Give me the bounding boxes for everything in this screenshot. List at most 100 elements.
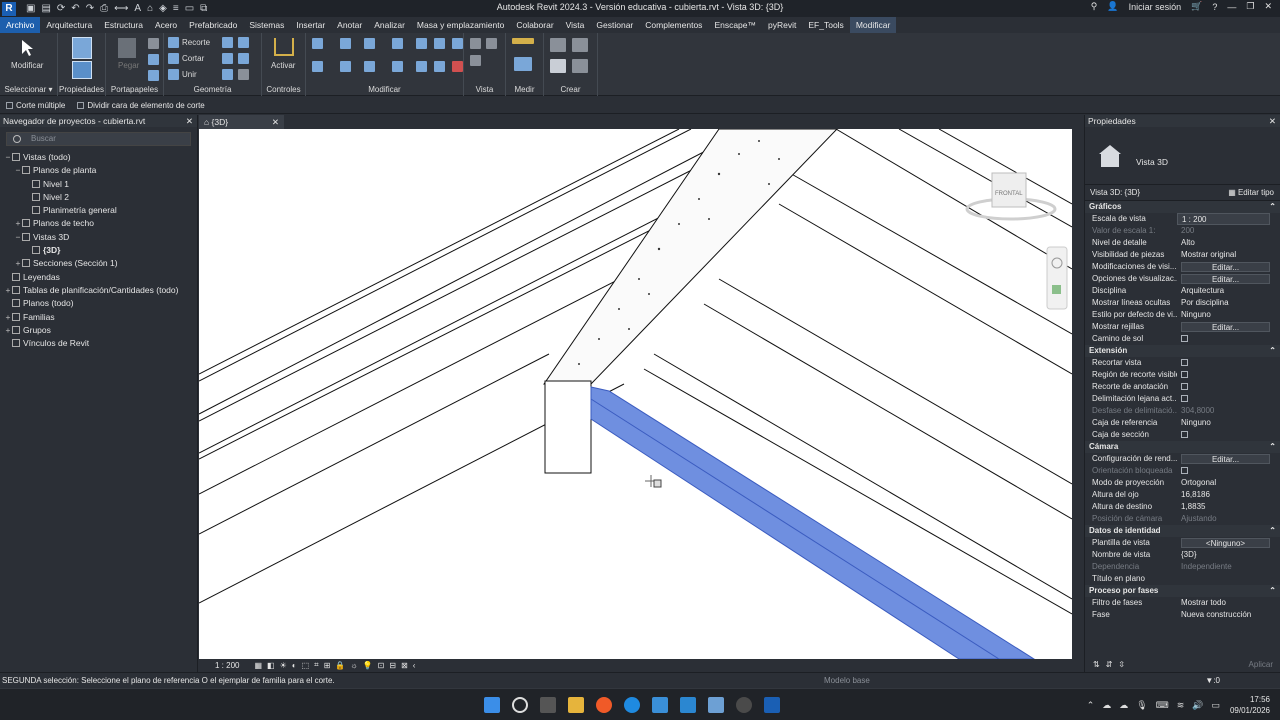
property-value[interactable]: Mostrar todo: [1177, 597, 1280, 609]
open-icon[interactable]: ▣: [26, 3, 35, 14]
copy-icon[interactable]: [148, 54, 159, 65]
type-selector[interactable]: Vista 3D: [1085, 127, 1280, 185]
multiple-cut-option[interactable]: Corte múltiple: [6, 101, 65, 110]
collapse-icon[interactable]: ⌃: [1269, 525, 1276, 537]
property-group[interactable]: Proceso por fases ⌃: [1085, 585, 1280, 597]
highlight-icon[interactable]: ⊠: [401, 661, 408, 670]
visual-style-icon[interactable]: ◧: [267, 661, 275, 670]
hide-icon[interactable]: [470, 38, 481, 49]
user-icon[interactable]: 👤: [1107, 1, 1118, 12]
mic-icon[interactable]: 🎙: [1136, 700, 1147, 711]
tree-node[interactable]: + Grupos: [0, 324, 197, 337]
cloud-icon[interactable]: ☁: [1102, 700, 1111, 711]
ribbon-tab-9[interactable]: Masa y emplazamiento: [411, 17, 510, 33]
close-hidden-icon[interactable]: ▭: [185, 3, 194, 14]
ribbon-tab-1[interactable]: Arquitectura: [40, 17, 98, 33]
override-icon[interactable]: [486, 38, 497, 49]
3d-view-icon[interactable]: ⌂: [147, 3, 153, 14]
join-button[interactable]: Unir: [168, 69, 197, 80]
ribbon-tab-16[interactable]: EF_Tools: [802, 17, 849, 33]
property-value[interactable]: 1,8835: [1177, 501, 1280, 513]
property-checkbox[interactable]: [1181, 395, 1188, 402]
ribbon-tab-4[interactable]: Prefabricado: [183, 17, 243, 33]
tree-node[interactable]: + Familias: [0, 311, 197, 324]
paste-button[interactable]: Pegar: [118, 61, 139, 70]
properties-mode-icon[interactable]: ⇅: [1093, 660, 1100, 669]
tree-node[interactable]: Planos (todo): [0, 297, 197, 310]
clock[interactable]: 17:56 09/01/2026: [1230, 694, 1270, 716]
teams-icon[interactable]: [680, 697, 696, 713]
property-group[interactable]: Gráficos ⌃: [1085, 201, 1280, 213]
view-tab-3d[interactable]: ⌂ {3D} ✕: [199, 115, 284, 129]
trim-icon[interactable]: [392, 61, 403, 72]
onedrive-icon[interactable]: ☁: [1119, 700, 1128, 711]
paint-icon[interactable]: [222, 53, 233, 64]
create-parts-icon[interactable]: [550, 59, 566, 73]
pin-icon[interactable]: [452, 38, 463, 49]
sun-path-icon[interactable]: ☀: [280, 661, 287, 670]
sort-icon[interactable]: ⇵: [1106, 660, 1113, 669]
create-group-icon[interactable]: [550, 38, 566, 52]
show-crop-icon[interactable]: ⊞: [324, 661, 331, 670]
tree-node[interactable]: Nivel 2: [0, 191, 197, 204]
ribbon-tab-7[interactable]: Anotar: [331, 17, 368, 33]
wifi-icon[interactable]: ≋: [1177, 700, 1185, 711]
filter-icon[interactable]: ⇳: [1118, 660, 1125, 669]
remove-paint-icon[interactable]: [238, 53, 249, 64]
select-dropdown[interactable]: Seleccionar ▾: [0, 85, 57, 94]
tree-node[interactable]: + Planos de techo: [0, 217, 197, 230]
task-view-icon[interactable]: [540, 697, 556, 713]
tree-node[interactable]: {3D}: [0, 244, 197, 257]
tree-toggle-icon[interactable]: +: [4, 284, 12, 297]
analytical-icon[interactable]: ⊟: [389, 661, 396, 670]
undo-icon[interactable]: ↶: [71, 3, 79, 14]
property-value[interactable]: Por disciplina: [1177, 297, 1280, 309]
tree-toggle-icon[interactable]: +: [4, 311, 12, 324]
revit-taskbar-icon[interactable]: [764, 697, 780, 713]
property-value[interactable]: Ortogonal: [1177, 477, 1280, 489]
collapse-icon[interactable]: ⌃: [1269, 201, 1276, 213]
property-checkbox[interactable]: [1181, 335, 1188, 342]
ribbon-tab-13[interactable]: Complementos: [639, 17, 708, 33]
ribbon-tab-3[interactable]: Acero: [149, 17, 183, 33]
property-edit-button[interactable]: Editar...: [1181, 454, 1270, 464]
ribbon-tab-10[interactable]: Colaborar: [510, 17, 559, 33]
tree-node[interactable]: Leyendas: [0, 271, 197, 284]
tree-node[interactable]: + Secciones (Sección 1): [0, 257, 197, 270]
activate-button[interactable]: Activar: [271, 61, 295, 70]
property-input[interactable]: 1 : 200: [1177, 213, 1270, 225]
app-icon[interactable]: [708, 697, 724, 713]
move-icon[interactable]: [312, 61, 323, 72]
ribbon-tab-8[interactable]: Analizar: [368, 17, 411, 33]
save-icon[interactable]: ▤: [41, 3, 50, 14]
volume-icon[interactable]: 🔊: [1192, 700, 1203, 711]
wall-join-icon[interactable]: [222, 37, 233, 48]
edge-icon[interactable]: [624, 697, 640, 713]
split-face-option[interactable]: Dividir cara de elemento de corte: [77, 101, 205, 110]
active-model[interactable]: Modelo base: [824, 676, 870, 685]
vertical-scrollbar[interactable]: [1072, 129, 1081, 659]
filter-count[interactable]: ▼:0: [1205, 676, 1220, 685]
view-scale[interactable]: 1 : 200: [215, 661, 239, 670]
ribbon-tab-0[interactable]: Archivo: [0, 17, 41, 33]
property-value[interactable]: Ninguno: [1177, 309, 1280, 321]
tree-node[interactable]: − Planos de planta: [0, 164, 197, 177]
language-icon[interactable]: ⌨: [1156, 700, 1169, 711]
crop-icon[interactable]: ⌗: [314, 660, 319, 670]
text-icon[interactable]: A: [134, 3, 141, 14]
lock-view-icon[interactable]: 🔒: [335, 661, 345, 670]
start-icon[interactable]: [484, 697, 500, 713]
property-edit-button[interactable]: <Ninguno>: [1181, 538, 1270, 548]
cursor-arrow-icon[interactable]: [20, 39, 34, 57]
property-checkbox[interactable]: [1181, 359, 1188, 366]
hide-isolate-icon[interactable]: ☼: [350, 661, 357, 670]
chevron-up-icon[interactable]: ⌃: [1087, 700, 1095, 711]
align-icon[interactable]: [312, 38, 323, 49]
tree-node[interactable]: − Vistas (todo): [0, 151, 197, 164]
cut-clip-icon[interactable]: [148, 38, 159, 49]
cope-button[interactable]: Recorte: [168, 37, 210, 48]
browser-search-input[interactable]: Buscar: [6, 132, 191, 146]
cut-geometry-button[interactable]: Cortar: [168, 53, 204, 64]
ribbon-tab-17[interactable]: Modificar: [849, 17, 897, 33]
split-gap-icon[interactable]: [434, 38, 445, 49]
